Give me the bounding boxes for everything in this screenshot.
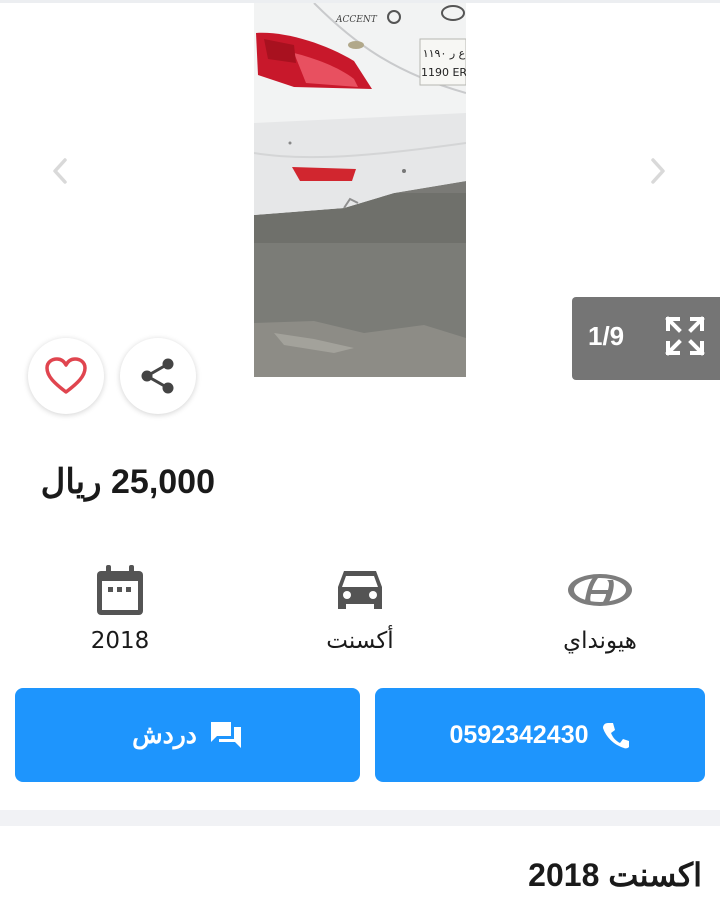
plate-top-text: ۱۱۹۰ ع ر — [423, 47, 466, 60]
listing-title: اكسنت 2018 — [528, 857, 702, 893]
spec-model: أكسنت — [280, 560, 440, 654]
spec-make: هيونداي — [520, 560, 680, 654]
call-button[interactable]: 0592342430 — [375, 688, 705, 782]
image-gallery[interactable]: ۱۱۹۰ ع ر 1190 ER ACCENT 1/9 — [0, 3, 720, 414]
calendar-icon — [97, 565, 143, 615]
spec-year-label: 2018 — [90, 628, 150, 654]
model-badge-text: ACCENT — [335, 15, 378, 25]
previous-image-button[interactable] — [42, 153, 78, 189]
image-counter-panel[interactable]: 1/9 — [572, 297, 720, 380]
share-icon — [141, 358, 174, 394]
spec-make-label: هيونداي — [563, 628, 637, 654]
car-icon — [338, 571, 382, 609]
chat-button-label: دردش — [132, 721, 197, 749]
spec-model-label: أكسنت — [326, 628, 394, 654]
hyundai-logo-icon — [568, 574, 632, 606]
listing-price: 25,000 ريال — [40, 463, 215, 501]
fullscreen-icon[interactable] — [664, 315, 706, 357]
plate-bottom-text: 1190 ER — [421, 66, 466, 79]
spec-year: 2018 — [40, 560, 200, 654]
chevron-left-icon — [52, 157, 68, 185]
image-counter: 1/9 — [588, 321, 625, 351]
chat-button[interactable]: دردش — [15, 688, 360, 782]
share-button[interactable] — [120, 338, 196, 414]
heart-icon — [45, 357, 87, 394]
chevron-right-icon — [650, 157, 666, 185]
chat-icon — [210, 722, 241, 748]
phone-number: 0592342430 — [449, 720, 589, 749]
phone-icon — [602, 723, 629, 749]
next-image-button[interactable] — [640, 153, 676, 189]
section-divider — [0, 810, 720, 826]
car-photo[interactable]: ۱۱۹۰ ع ر 1190 ER ACCENT — [254, 3, 466, 377]
favorite-button[interactable] — [28, 338, 104, 414]
